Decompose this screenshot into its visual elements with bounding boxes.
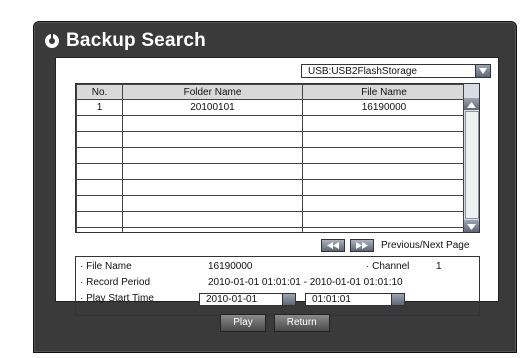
file-info-box: · File Name 16190000 · Channel 1 · Recor… [75,256,480,316]
table-row[interactable]: 1 20100101 16190000 [76,99,466,116]
dialog-title: Backup Search [66,30,206,51]
cell-file [302,115,466,132]
cell-file [302,195,466,212]
rewind-icon [327,242,339,249]
table-row[interactable] [76,131,466,148]
table-row[interactable] [76,147,466,164]
table-row[interactable] [76,179,466,196]
scroll-down-icon[interactable] [464,220,479,232]
scroll-up-icon[interactable] [464,98,479,110]
column-header-no: No. [76,84,123,100]
info-row-file-name: · File Name 16190000 · Channel 1 [80,261,480,273]
cell-no [76,163,123,180]
pager-label: Previous/Next Page [381,240,470,251]
file-name-label: · File Name [80,261,132,272]
table-row[interactable] [76,115,466,132]
search-panel: USB:USB2FlashStorage No. Folder Name Fil… [55,57,499,316]
chevron-down-icon[interactable] [475,65,490,77]
play-start-date-value: 2010-01-01 [206,294,258,305]
cell-file: 16190000 [302,99,466,116]
play-start-label: · Play Start Time [80,293,154,304]
cell-no: 1 [76,99,123,116]
cell-file [302,163,466,180]
backup-icon [44,33,60,49]
table-row[interactable] [76,211,466,228]
cell-file [302,147,466,164]
cell-file [302,211,466,228]
date-spinner-icon[interactable] [282,294,295,305]
device-select[interactable]: USB:USB2FlashStorage [301,64,491,78]
play-start-time-field[interactable]: 01:01:01 [305,293,405,306]
cell-no [76,211,123,228]
device-select-value: USB:USB2FlashStorage [308,66,417,77]
backup-search-dialog: Backup Search USB:USB2FlashStorage No. F… [33,21,517,353]
previous-page-button[interactable] [321,239,345,252]
cell-folder [122,163,303,180]
cell-folder [122,115,303,132]
cell-no [76,147,123,164]
cell-folder: 20100101 [122,99,303,116]
return-button[interactable]: Return [273,314,330,332]
cell-folder [122,147,303,164]
file-name-value: 16190000 [208,261,253,272]
cell-no [76,131,123,148]
dialog-footer: Play Return [34,314,516,332]
channel-value: 1 [436,261,442,272]
info-row-record-period: · Record Period 2010-01-01 01:01:01 - 20… [80,277,480,289]
table-row[interactable] [76,163,466,180]
cell-file [302,227,466,232]
vertical-scrollbar[interactable] [463,84,479,232]
column-header-file: File Name [302,84,466,100]
play-button[interactable]: Play [220,314,266,332]
record-period-label: · Record Period [80,277,151,288]
play-start-time-value: 01:01:01 [312,294,351,305]
record-period-value: 2010-01-01 01:01:01 - 2010-01-01 01:01:1… [208,277,403,288]
cell-file [302,179,466,196]
cell-file [302,131,466,148]
next-page-button[interactable] [350,239,374,252]
cell-no [76,115,123,132]
cell-folder [122,195,303,212]
cell-folder [122,131,303,148]
file-table: No. Folder Name File Name 1 20100101 16190… [75,83,480,233]
column-header-folder: Folder Name [122,84,303,100]
table-row[interactable] [76,195,466,212]
play-start-date-field[interactable]: 2010-01-01 [199,293,296,306]
cell-no [76,227,123,232]
cell-folder [122,211,303,228]
cell-folder [122,179,303,196]
table-header-row: No. Folder Name File Name [76,84,466,100]
cell-no [76,195,123,212]
scrollbar-thumb[interactable] [465,111,479,219]
cell-no [76,179,123,196]
info-row-play-start: · Play Start Time 2010-01-01 01:01:01 [80,293,480,308]
fast-forward-icon [356,242,368,249]
pager: Previous/Next Page [321,239,469,252]
channel-label: · Channel [366,261,410,272]
time-spinner-icon[interactable] [391,294,404,305]
cell-folder [122,227,303,232]
table-row[interactable] [76,227,466,232]
title-bar: Backup Search [44,28,206,54]
